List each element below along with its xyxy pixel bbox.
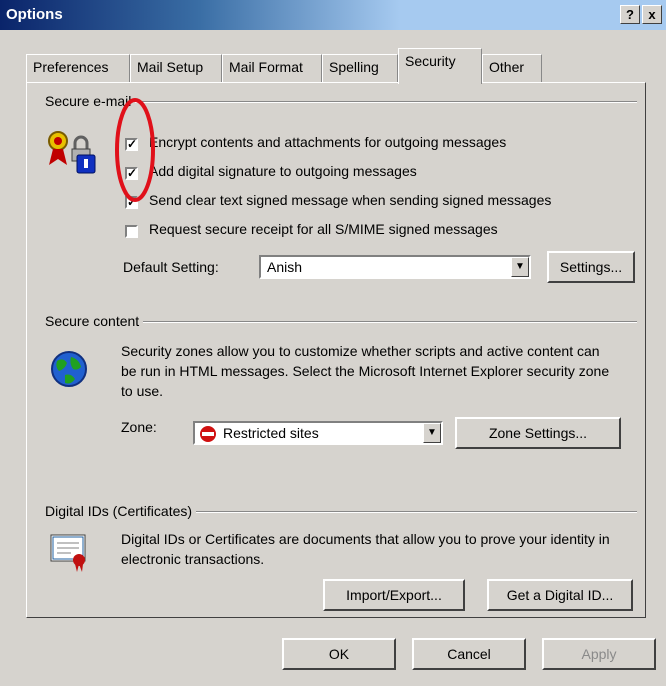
- globe-icon: [51, 351, 87, 387]
- clear-text-label: Send clear text signed message when send…: [149, 192, 552, 208]
- tab-mail-setup[interactable]: Mail Setup: [130, 54, 222, 82]
- encrypt-label: Encrypt contents and attachments for out…: [149, 134, 507, 150]
- zone-label: Zone:: [121, 419, 157, 435]
- secure-content-title: Secure content: [45, 313, 144, 329]
- dropdown-arrow-icon[interactable]: ▼: [511, 257, 529, 277]
- settings-button[interactable]: Settings...: [547, 251, 635, 283]
- tab-preferences[interactable]: Preferences: [26, 54, 130, 82]
- tab-mail-format[interactable]: Mail Format: [222, 54, 322, 82]
- default-setting-label: Default Setting:: [123, 259, 219, 275]
- digital-signature-label: Add digital signature to outgoing messag…: [149, 163, 417, 179]
- secure-receipt-label: Request secure receipt for all S/MIME si…: [149, 221, 498, 237]
- dropdown-arrow-icon[interactable]: ▼: [423, 423, 441, 443]
- certificate-icon: [50, 534, 86, 572]
- annotation-circle: [115, 98, 155, 202]
- security-panel: Secure e-mail ✓ Encrypt contents and att…: [26, 82, 646, 618]
- help-button[interactable]: ?: [620, 5, 640, 24]
- zone-settings-button[interactable]: Zone Settings...: [455, 417, 621, 449]
- window-title: Options: [6, 6, 63, 23]
- import-export-button[interactable]: Import/Export...: [323, 579, 465, 611]
- default-setting-select[interactable]: Anish ▼: [259, 255, 531, 279]
- zone-value: Restricted sites: [223, 425, 319, 441]
- tab-spelling[interactable]: Spelling: [322, 54, 398, 82]
- secure-receipt-checkbox[interactable]: [125, 225, 138, 238]
- restricted-sites-icon: [200, 426, 216, 442]
- ok-button[interactable]: OK: [282, 638, 396, 670]
- tab-other[interactable]: Other: [482, 54, 542, 82]
- default-setting-value: Anish: [267, 259, 303, 275]
- get-digital-id-button[interactable]: Get a Digital ID...: [487, 579, 633, 611]
- tab-security[interactable]: Security: [398, 48, 482, 84]
- close-button[interactable]: x: [642, 5, 662, 24]
- cancel-button[interactable]: Cancel: [412, 638, 526, 670]
- digital-ids-description: Digital IDs or Certificates are document…: [121, 531, 610, 567]
- zone-select[interactable]: Restricted sites ▼: [193, 421, 443, 445]
- title-bar: Options ? x: [0, 0, 666, 30]
- secure-content-description: Security zones allow you to customize wh…: [121, 343, 610, 399]
- apply-button[interactable]: Apply: [542, 638, 656, 670]
- secure-email-icon: [48, 131, 96, 174]
- digital-ids-title: Digital IDs (Certificates): [45, 503, 197, 519]
